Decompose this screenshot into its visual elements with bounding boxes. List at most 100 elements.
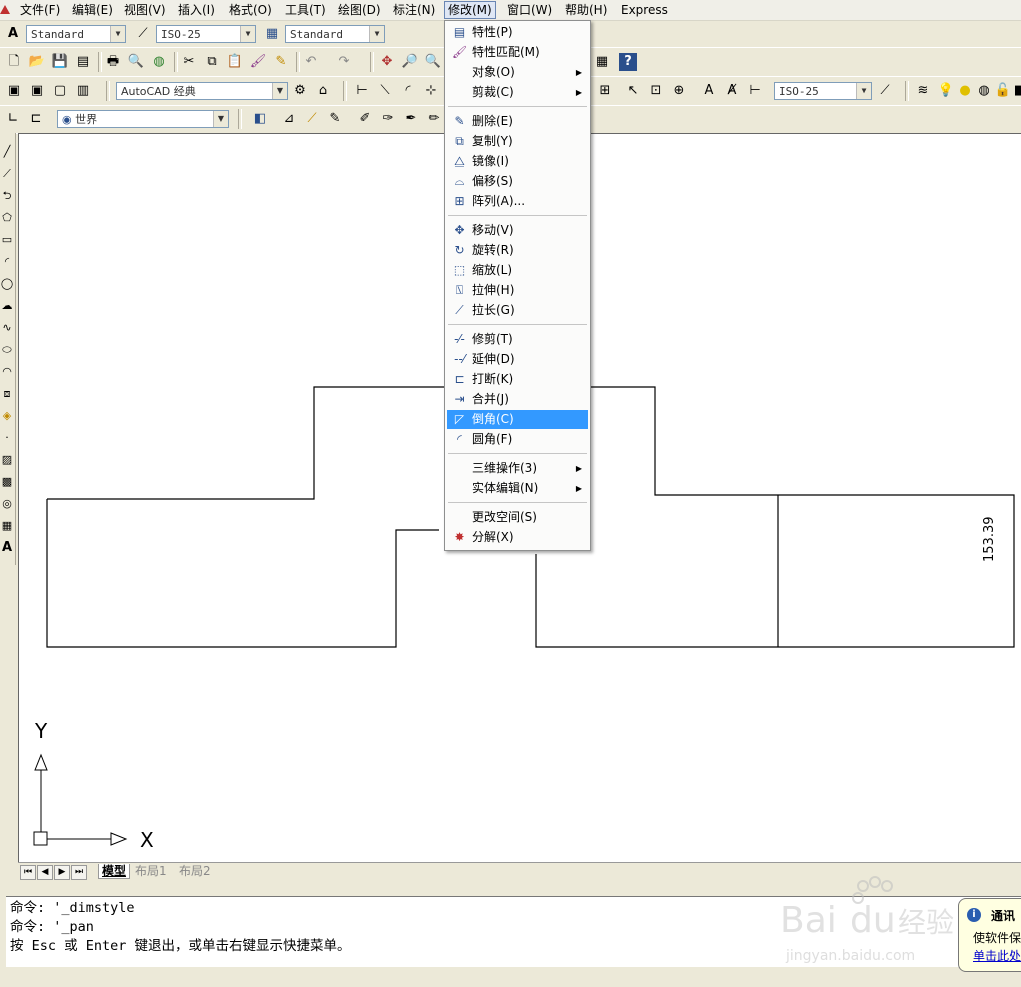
layer-vp-icon[interactable]: ◍	[975, 82, 993, 100]
multiline-text-icon[interactable]: A	[0, 539, 14, 557]
rectangle-icon[interactable]: ▭	[0, 231, 14, 249]
workspace-settings-icon[interactable]: ▣	[5, 82, 23, 100]
menu-file[interactable]: 文件(F)	[17, 2, 63, 18]
menu-item-properties[interactable]: ▤ 特性(P)	[447, 23, 588, 42]
last-tab-icon[interactable]: ⏭	[71, 865, 87, 880]
workspace-save-icon[interactable]: ▣	[28, 82, 46, 100]
table-icon[interactable]: ▦	[0, 517, 14, 535]
menu-insert[interactable]: 插入(I)	[175, 2, 218, 18]
ucs-3point-icon[interactable]: ✒	[402, 110, 420, 128]
menu-item-move[interactable]: ✥ 移动(V)	[447, 221, 588, 240]
menu-item-array[interactable]: ⊞ 阵列(A)...	[447, 192, 588, 211]
construction-line-icon[interactable]: ⟋	[0, 165, 14, 183]
dim-update-icon[interactable]: ⊢	[746, 82, 764, 100]
table-style-select[interactable]: Standard ▼	[285, 25, 385, 43]
plot-preview-icon[interactable]: 🔍	[127, 53, 145, 71]
open-icon[interactable]: 📂	[28, 53, 46, 71]
menu-item-3d-operations[interactable]: 三维操作(3) ▶	[447, 459, 588, 478]
table-style-icon[interactable]: ▦	[263, 25, 281, 43]
workspace-lock-icon[interactable]: ⌂	[314, 82, 332, 100]
ucs-world-icon[interactable]: ◧	[251, 110, 269, 128]
menu-item-chamfer[interactable]: ◸ 倒角(C)	[447, 410, 588, 429]
pan-icon[interactable]: ✥	[378, 53, 396, 71]
menu-item-lengthen[interactable]: ⟋ 拉长(G)	[447, 301, 588, 320]
dim-style-icon[interactable]: ⟋	[134, 25, 152, 43]
zoom-window-icon[interactable]: 🔍	[424, 53, 442, 71]
continue-dim-icon[interactable]: ⊞	[596, 82, 614, 100]
layer-lock-icon[interactable]: 🔓	[994, 82, 1012, 100]
menu-item-erase[interactable]: ✎ 删除(E)	[447, 112, 588, 131]
menu-item-stretch[interactable]: ⍂ 拉伸(H)	[447, 281, 588, 300]
make-block-icon[interactable]: ◈	[0, 407, 14, 425]
new-icon[interactable]: 🗋	[5, 53, 23, 71]
revision-cloud-icon[interactable]: ☁	[0, 297, 14, 315]
3d-dwf-icon[interactable]: ◍	[150, 53, 168, 71]
tab-layout1[interactable]: 布局1	[132, 864, 170, 878]
layer-color-icon[interactable]: ■	[1011, 82, 1021, 100]
publish-icon[interactable]: ▤	[74, 53, 92, 71]
viewport-layout-icon[interactable]: ▥	[74, 82, 92, 100]
calculator-icon[interactable]: ▦	[593, 53, 611, 71]
point-icon[interactable]: ·	[0, 429, 14, 447]
match-properties-icon[interactable]: 🖌	[249, 53, 267, 71]
menu-item-fillet[interactable]: ◜ 圆角(F)	[447, 430, 588, 449]
menu-item-trim[interactable]: -⁄- 修剪(T)	[447, 330, 588, 349]
text-style-select[interactable]: Standard ▼	[26, 25, 126, 43]
aligned-dim-icon[interactable]: ⟍	[376, 82, 394, 100]
paste-icon[interactable]: 📋	[226, 53, 244, 71]
ucs-face-icon[interactable]: ⊿	[280, 110, 298, 128]
menu-item-explode[interactable]: ✸ 分解(X)	[447, 528, 588, 547]
ucs-object-icon[interactable]: ⟋	[303, 110, 321, 128]
ucs-x-icon[interactable]: ✏	[425, 110, 443, 128]
menu-item-offset[interactable]: ⌓ 偏移(S)	[447, 172, 588, 191]
menu-edit[interactable]: 编辑(E)	[69, 2, 116, 18]
menu-item-break[interactable]: ⊏ 打断(K)	[447, 370, 588, 389]
help-icon[interactable]: ?	[619, 53, 637, 71]
ellipse-icon[interactable]: ⬭	[0, 341, 14, 359]
ellipse-arc-icon[interactable]: ◠	[0, 363, 14, 381]
insert-block-icon[interactable]: ⧈	[0, 385, 14, 403]
cut-icon[interactable]: ✂	[180, 53, 198, 71]
line-icon[interactable]: ╱	[0, 143, 14, 161]
layer-on-icon[interactable]: 💡	[937, 82, 955, 100]
workspace-select[interactable]: AutoCAD 经典 ▼	[116, 82, 288, 100]
polygon-icon[interactable]: ⬠	[0, 209, 14, 227]
notification-link[interactable]: 单击此处	[973, 947, 1021, 964]
first-tab-icon[interactable]: ⏮	[20, 865, 36, 880]
arc-icon[interactable]: ◜	[0, 253, 14, 271]
dim-style-select-2[interactable]: ISO-25 ▼	[774, 82, 872, 100]
ucs-zaxis-icon[interactable]: ✑	[379, 110, 397, 128]
menu-format[interactable]: 格式(O)	[226, 2, 275, 18]
zoom-realtime-icon[interactable]: 🔎	[401, 53, 419, 71]
circle-icon[interactable]: ◯	[0, 275, 14, 293]
menu-item-object[interactable]: 对象(O) ▶	[447, 63, 588, 82]
dim-text-edit-icon[interactable]: Ⱥ	[723, 82, 741, 100]
menu-tools[interactable]: 工具(T)	[282, 2, 329, 18]
plot-icon[interactable]: 🖶	[104, 53, 122, 71]
menu-view[interactable]: 视图(V)	[121, 2, 169, 18]
arc-length-icon[interactable]: ◜	[399, 82, 417, 100]
menu-item-extend[interactable]: --⁄ 延伸(D)	[447, 350, 588, 369]
ucs-previous-icon[interactable]: ⊏	[27, 110, 45, 128]
copy-clip-icon[interactable]: ⧉	[203, 53, 221, 71]
menu-help[interactable]: 帮助(H)	[562, 2, 610, 18]
ucs-view-icon[interactable]: ✎	[326, 110, 344, 128]
menu-item-rotate[interactable]: ↻ 旋转(R)	[447, 241, 588, 260]
menu-item-join[interactable]: ⇥ 合并(J)	[447, 390, 588, 409]
layer-manager-icon[interactable]: ≋	[914, 82, 932, 100]
prev-tab-icon[interactable]: ◀	[37, 865, 53, 880]
menu-item-mirror[interactable]: ⧋ 镜像(I)	[447, 152, 588, 171]
menu-draw[interactable]: 绘图(D)	[335, 2, 384, 18]
menu-item-copy[interactable]: ⧉ 复制(Y)	[447, 132, 588, 151]
workspace-gear-icon[interactable]: ⚙	[291, 82, 309, 100]
tab-layout2[interactable]: 布局2	[176, 864, 214, 878]
ucs-icon[interactable]: ∟	[4, 110, 22, 128]
layer-freeze-icon[interactable]: ●	[956, 82, 974, 100]
ucs-select[interactable]: ◉ 世界 ▼	[57, 110, 229, 128]
menu-modify[interactable]: 修改(M)	[444, 1, 496, 19]
dim-style-manager-icon[interactable]: ⟋	[876, 82, 894, 100]
menu-window[interactable]: 窗口(W)	[504, 2, 555, 18]
center-mark-icon[interactable]: ⊕	[670, 82, 688, 100]
dim-edit-icon[interactable]: A	[700, 82, 718, 100]
menu-item-solid-editing[interactable]: 实体编辑(N) ▶	[447, 479, 588, 498]
